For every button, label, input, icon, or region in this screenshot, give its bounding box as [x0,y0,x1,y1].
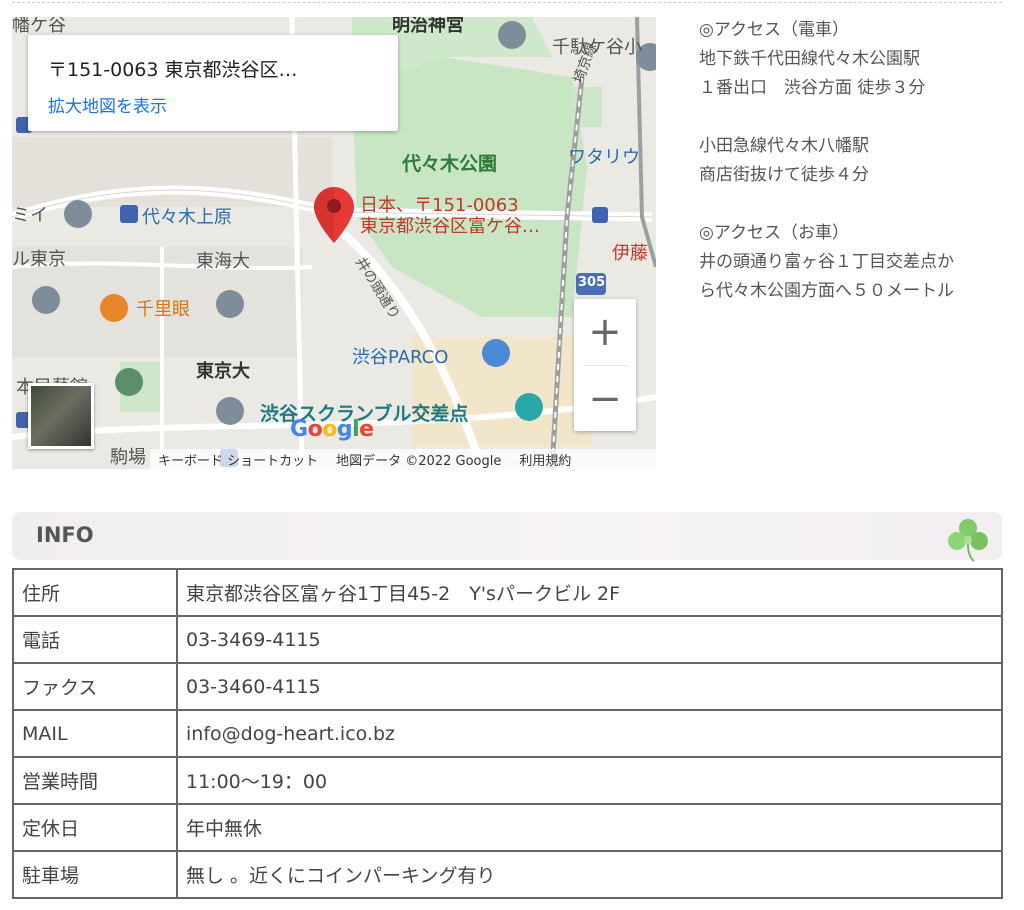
zoom-controls: + − [574,299,636,431]
google-map[interactable]: 幡ケ谷 明治神宮 千駄ケ谷小 代々木公園 ワタリウ 埼京線 ミイ 代々木上原 ル… [12,17,656,469]
location-pin-icon[interactable] [314,187,354,243]
view-larger-map-link[interactable]: 拡大地図を表示 [48,92,378,117]
zoom-out-button[interactable]: − [574,366,636,432]
google-logo-letter: o [307,417,323,442]
google-logo-letter: g [336,417,353,442]
table-row: 電話 03-3469-4115 [12,615,1003,664]
satellite-toggle-thumbnail[interactable] [28,383,94,449]
table-row: 定休日 年中無休 [12,803,1003,852]
top-divider [12,2,1002,3]
access-train-line1: 地下鉄千代田線代々木公園駅 [699,49,920,69]
access-car-line2: ら代々木公園方面へ５０メートル [699,281,954,301]
row-key-mail: MAIL [12,709,178,758]
table-row: MAIL info@dog-heart.ico.bz [12,709,1003,758]
marker-label: 日本、〒151-0063 東京都渋谷区富ケ谷… [360,195,540,237]
row-key-hours: 営業時間 [12,756,178,805]
table-row: 駐車場 無し 。近くにコインパーキング有り [12,850,1003,899]
info-table: 住所 東京都渋谷区富ヶ谷1丁目45-2 Y'sパークビル 2F 電話 03-3469… [12,568,1003,899]
row-value-phone[interactable]: 03-3469-4115 [176,615,1003,664]
access-odakyu-line1: 小田急線代々木八幡駅 [699,136,869,156]
row-key-address: 住所 [12,568,178,617]
access-train-line2: １番出口 渋谷方面 徒歩３分 [699,78,926,98]
map-label-yoyogi-park: 代々木公園 [402,153,498,175]
access-odakyu: 小田急線代々木八幡駅 商店街抜けて徒歩４分 [699,132,1009,190]
row-value-holiday: 年中無休 [176,803,1003,852]
map-info-address: 〒151-0063 東京都渋谷区… [48,59,298,81]
info-section-header: INFO [12,512,1002,562]
map-label-shibuya-parco: 渋谷PARCO [352,347,449,368]
clover-icon [948,519,988,562]
map-label-mi: ミイ [12,205,48,226]
zoom-in-button[interactable]: + [574,299,636,365]
map-label-tokai: 東海大 [196,251,250,272]
table-row: ファクス 03-3460-4115 [12,662,1003,711]
google-logo-letter: o [322,417,337,442]
google-logo: Google [290,417,374,442]
access-train-heading: ◎アクセス（電車） [699,20,849,40]
access-odakyu-line2: 商店街抜けて徒歩４分 [699,165,869,185]
row-value-address: 東京都渋谷区富ヶ谷1丁目45-2 Y'sパークビル 2F [176,568,1003,617]
access-car-line1: 井の頭通り富ヶ谷１丁目交差点か [699,252,954,272]
row-key-holiday: 定休日 [12,803,178,852]
map-label-todai: 東京大 [196,361,250,382]
map-label-yoyogi-uehara: 代々木上原 [142,207,232,228]
map-label-watari: ワタリウ [568,147,640,168]
google-logo-letter: G [290,417,308,442]
row-key-phone: 電話 [12,615,178,664]
row-value-hours: 11:00〜19：00 [176,756,1003,805]
map-data-credit: 地図データ ©2022 Google [336,453,502,469]
row-value-parking: 無し 。近くにコインパーキング有り [176,850,1003,899]
map-route-305: 305 [578,275,606,290]
marker-label-line2: 東京都渋谷区富ケ谷… [360,216,540,237]
map-label-shrine: 明治神宮 [392,17,464,36]
table-row: 営業時間 11:00〜19：00 [12,756,1003,805]
map-label-hatagaya: 幡ケ谷 [12,17,66,36]
map-label-senrigan: 千里眼 [136,299,190,320]
row-value-mail[interactable]: info@dog-heart.ico.bz [176,709,1003,758]
map-label-tokyo: ル東京 [12,249,66,270]
terms-link[interactable]: 利用規約 [519,450,571,469]
marker-label-line1: 日本、〒151-0063 [360,195,519,216]
map-label-ito: 伊藤 [612,243,648,264]
keyboard-shortcuts-link[interactable]: キーボード ショートカット [158,450,318,469]
access-train: ◎アクセス（電車） 地下鉄千代田線代々木公園駅 １番出口 渋谷方面 徒歩３分 [699,16,1009,103]
access-directions: ◎アクセス（電車） 地下鉄千代田線代々木公園駅 １番出口 渋谷方面 徒歩３分 小… [699,16,1009,335]
access-car-heading: ◎アクセス（お車） [699,223,849,243]
access-car: ◎アクセス（お車） 井の頭通り富ヶ谷１丁目交差点か ら代々木公園方面へ５０メート… [699,219,1009,306]
row-value-fax: 03-3460-4115 [176,662,1003,711]
map-info-card: 〒151-0063 東京都渋谷区… 拡大地図を表示 [28,35,398,131]
map-attribution-bar: キーボード ショートカット 地図データ ©2022 Google 利用規約 [150,449,656,469]
row-key-parking: 駐車場 [12,850,178,899]
map-label-komaba: 駒場 [110,447,146,468]
row-key-fax: ファクス [12,662,178,711]
google-logo-letter: e [359,417,374,442]
table-row: 住所 東京都渋谷区富ヶ谷1丁目45-2 Y'sパークビル 2F [12,568,1003,617]
info-title: INFO [36,523,94,547]
